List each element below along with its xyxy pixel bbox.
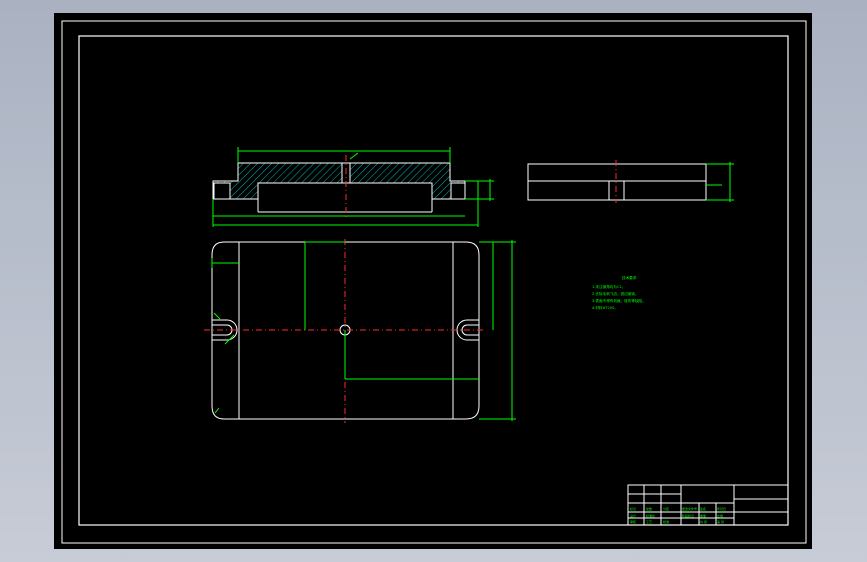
title-block-cell: 标记 xyxy=(630,506,636,511)
title-block-cell: 重量 xyxy=(700,513,706,518)
cad-drawing-sheet: 技术要求 1.未注倒角均为C1。 2.去除毛刺飞边，锐边倒钝。 3.表面不得有划… xyxy=(54,13,812,549)
title-block-cell: 比例 xyxy=(717,513,723,518)
outer-border xyxy=(61,20,807,544)
title-block-cell: 更改文件号 xyxy=(682,506,697,511)
title-block-cell: 设计 xyxy=(630,513,636,518)
side-view xyxy=(527,160,734,203)
title-block-cell: 处数 xyxy=(646,506,652,511)
tech-req-title: 技术要求 xyxy=(622,275,637,280)
title-block-cell: 工艺 xyxy=(646,519,652,524)
title-block-cell: 共 张 xyxy=(700,519,707,524)
title-block-cell: 第 张 xyxy=(717,519,724,524)
tech-req-line: 3.表面不得有划痕、碰伤等缺陷。 xyxy=(592,298,646,303)
title-block-cell: 阶段标记 xyxy=(682,513,694,518)
title-block-cell: 审核 xyxy=(630,519,636,524)
tech-req-line: 4.材料HT200。 xyxy=(592,305,618,310)
title-block: 标记 处数 分区 更改文件号 签名 年月日 设计 标准化 阶段标记 重量 比例 … xyxy=(627,484,789,526)
tech-req-line: 2.去除毛刺飞边，锐边倒钝。 xyxy=(592,291,639,296)
cad-drawing: 技术要求 1.未注倒角均为C1。 2.去除毛刺飞边，锐边倒钝。 3.表面不得有划… xyxy=(61,20,807,544)
front-section-view xyxy=(212,147,494,227)
title-block-cell: 批准 xyxy=(663,519,669,524)
title-block-cell: 标准化 xyxy=(646,513,655,518)
tech-requirements: 技术要求 1.未注倒角均为C1。 2.去除毛刺飞边，锐边倒钝。 3.表面不得有划… xyxy=(592,275,646,310)
plan-view xyxy=(204,239,516,423)
tech-req-line: 1.未注倒角均为C1。 xyxy=(592,284,625,289)
title-block-cell: 签名 xyxy=(700,506,706,511)
title-block-cell: 年月日 xyxy=(717,506,726,511)
title-block-cell: 分区 xyxy=(663,506,669,511)
inner-border xyxy=(78,35,789,526)
